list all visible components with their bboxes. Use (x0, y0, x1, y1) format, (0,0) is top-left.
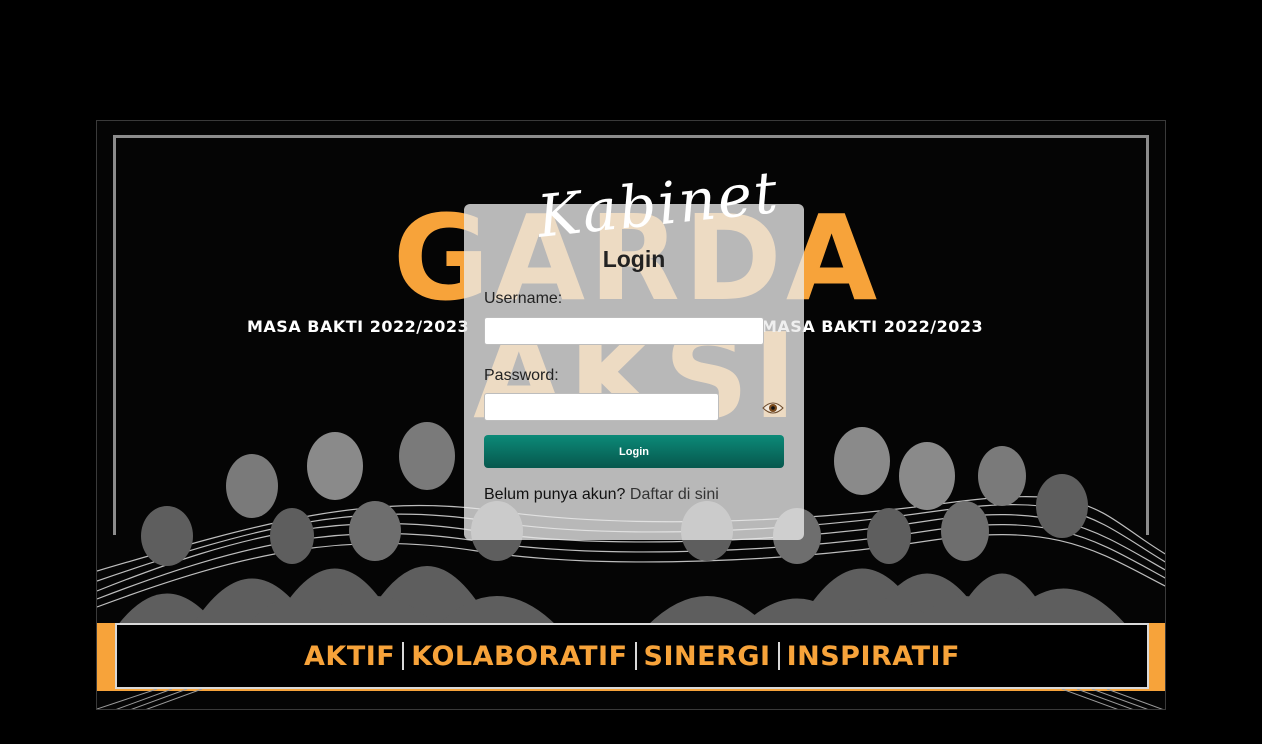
password-input[interactable] (484, 393, 719, 421)
motto-word: KOLABORATIF (411, 640, 628, 672)
motto-divider (777, 642, 780, 670)
decorative-bottom-lines (97, 689, 1163, 709)
banner-period-left: MASA BAKTI 2022/2023 (247, 317, 470, 336)
motto-divider (402, 642, 405, 670)
password-label: Password: (484, 367, 559, 384)
register-link[interactable]: Daftar di sini (630, 486, 719, 503)
register-prompt-text: Belum punya akun? (484, 486, 626, 503)
username-label: Username: (484, 290, 563, 307)
login-card: Login Username: Password: Login Belum pu… (464, 204, 804, 540)
eye-icon[interactable] (762, 401, 784, 415)
motto-word: AKTIF (304, 640, 396, 672)
register-prompt: Belum punya akun? Daftar di sini (484, 486, 719, 504)
login-title: Login (602, 246, 666, 272)
motto-word: INSPIRATIF (786, 640, 960, 672)
login-button[interactable]: Login (484, 435, 784, 468)
motto-strip: AKTIF KOLABORATIF SINERGI INSPIRATIF (115, 623, 1149, 689)
motto-word: SINERGI (643, 640, 771, 672)
username-input[interactable] (484, 317, 764, 345)
motto-divider (634, 642, 637, 670)
